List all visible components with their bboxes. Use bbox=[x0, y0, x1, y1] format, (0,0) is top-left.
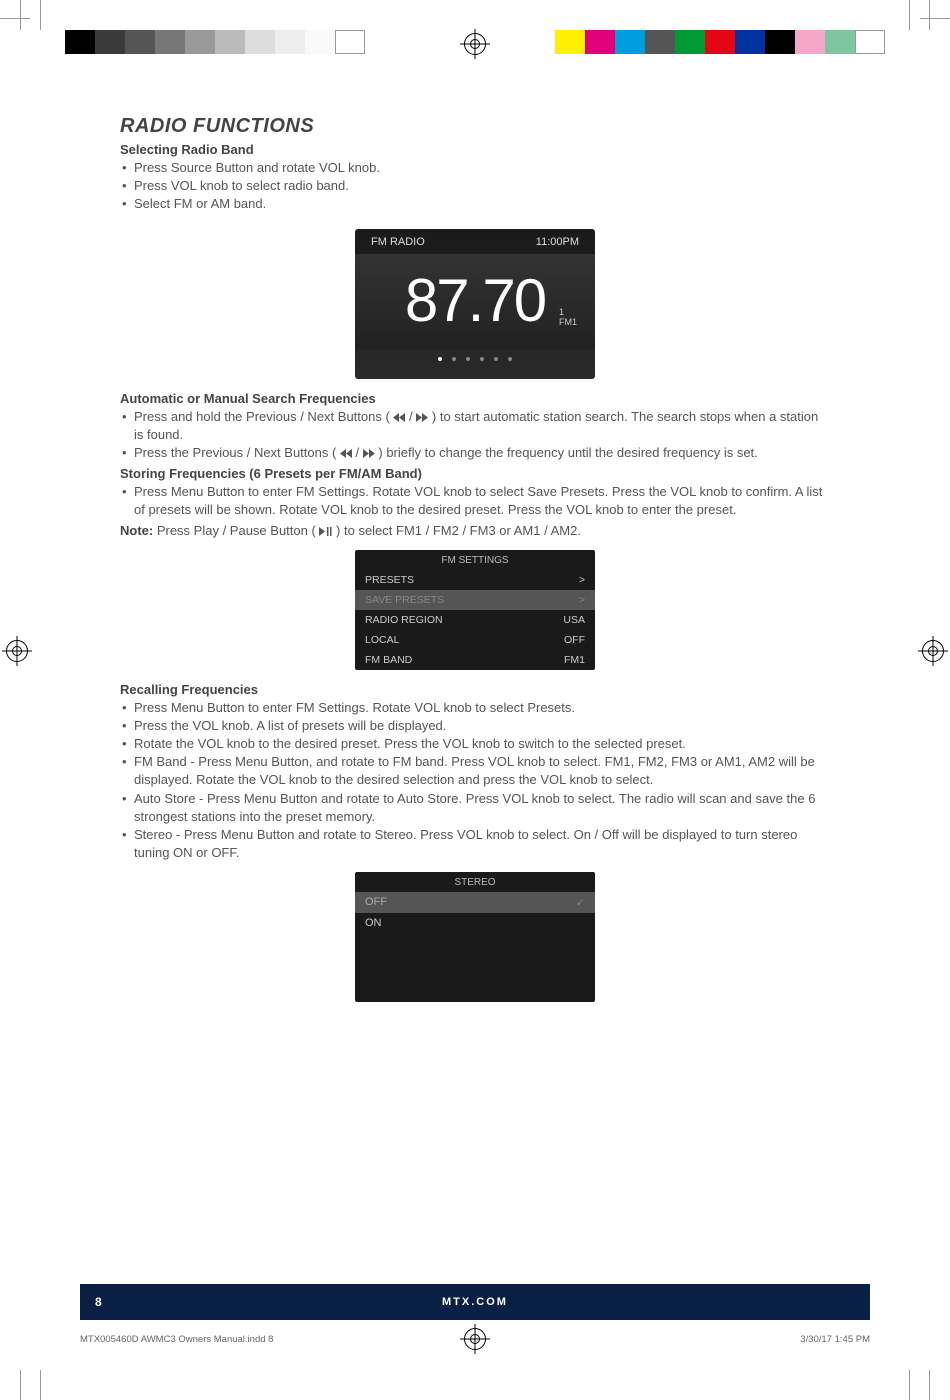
menu-row: ON bbox=[355, 913, 595, 933]
frequency-value: 87.70 bbox=[405, 271, 545, 331]
radio-display: FM RADIO 11:00PM 87.70 1FM1 bbox=[355, 229, 595, 379]
crop-mark bbox=[40, 0, 41, 30]
menu-row: RADIO REGIONUSA bbox=[355, 610, 595, 630]
list-item: FM Band - Press Menu Button, and rotate … bbox=[120, 753, 830, 789]
list-item: Press the VOL knob. A list of presets wi… bbox=[120, 717, 830, 735]
crop-mark bbox=[909, 0, 910, 30]
footer-site: MTX.COM bbox=[442, 1296, 508, 1308]
registration-mark-icon bbox=[464, 33, 486, 55]
crop-mark bbox=[909, 1370, 910, 1400]
display-time: 11:00PM bbox=[536, 236, 579, 248]
crop-mark bbox=[929, 0, 930, 30]
pagination-dots bbox=[355, 357, 595, 361]
page-title: RADIO FUNCTIONS bbox=[120, 115, 830, 138]
play-pause-icon bbox=[319, 527, 332, 536]
list-item: Select FM or AM band. bbox=[120, 195, 830, 213]
menu-row: SAVE PRESETS> bbox=[355, 590, 595, 610]
rewind-icon bbox=[340, 449, 352, 458]
crop-mark bbox=[920, 18, 950, 19]
band-label: 1FM1 bbox=[559, 307, 577, 327]
section-heading: Automatic or Manual Search Frequencies bbox=[120, 391, 830, 406]
section-heading: Storing Frequencies (6 Presets per FM/AM… bbox=[120, 466, 830, 481]
rewind-icon bbox=[393, 413, 405, 422]
list: Press and hold the Previous / Next Butto… bbox=[120, 408, 830, 463]
forward-icon bbox=[363, 449, 375, 458]
list-item: Press Source Button and rotate VOL knob. bbox=[120, 159, 830, 177]
crop-mark bbox=[20, 1370, 21, 1400]
color-bars-left bbox=[65, 30, 365, 54]
list-item: Press and hold the Previous / Next Butto… bbox=[120, 408, 830, 444]
footer-file: MTX005460D AWMC3 Owners Manual.indd 8 bbox=[80, 1334, 273, 1345]
list-item: Press the Previous / Next Buttons ( / ) … bbox=[120, 444, 830, 462]
note-text: Note: Press Play / Pause Button ( ) to s… bbox=[120, 522, 830, 540]
list-item: Press Menu Button to enter FM Settings. … bbox=[120, 699, 830, 717]
menu-title: STEREO bbox=[355, 872, 595, 892]
crop-mark bbox=[20, 0, 21, 30]
menu-title: FM SETTINGS bbox=[355, 550, 595, 570]
footer-bar: 8 MTX.COM bbox=[80, 1284, 870, 1320]
list-item: Stereo - Press Menu Button and rotate to… bbox=[120, 826, 830, 862]
list-item: Press Menu Button to enter FM Settings. … bbox=[120, 483, 830, 519]
menu-row: PRESETS> bbox=[355, 570, 595, 590]
fm-settings-menu: FM SETTINGS PRESETS>SAVE PRESETS>RADIO R… bbox=[355, 550, 595, 670]
list-item: Rotate the VOL knob to the desired prese… bbox=[120, 735, 830, 753]
list-item: Auto Store - Press Menu Button and rotat… bbox=[120, 790, 830, 826]
list: Press Source Button and rotate VOL knob.… bbox=[120, 159, 830, 214]
menu-row: LOCALOFF bbox=[355, 630, 595, 650]
footer-meta: MTX005460D AWMC3 Owners Manual.indd 8 3/… bbox=[80, 1334, 870, 1345]
registration-mark-icon bbox=[922, 640, 944, 662]
display-label: FM RADIO bbox=[371, 236, 425, 248]
registration-mark-icon bbox=[6, 640, 28, 662]
stereo-menu: STEREO OFF✓ON bbox=[355, 872, 595, 1002]
section-heading: Recalling Frequencies bbox=[120, 682, 830, 697]
crop-mark bbox=[929, 1370, 930, 1400]
footer-date: 3/30/17 1:45 PM bbox=[800, 1334, 870, 1345]
section-heading: Selecting Radio Band bbox=[120, 142, 830, 157]
menu-row: OFF✓ bbox=[355, 892, 595, 913]
page-number: 8 bbox=[95, 1295, 102, 1309]
color-bars-right bbox=[555, 30, 885, 54]
menu-row: FM BANDFM1 bbox=[355, 650, 595, 670]
list-item: Press VOL knob to select radio band. bbox=[120, 177, 830, 195]
crop-mark bbox=[0, 18, 30, 19]
list: Press Menu Button to enter FM Settings. … bbox=[120, 699, 830, 863]
forward-icon bbox=[416, 413, 428, 422]
crop-mark bbox=[40, 1370, 41, 1400]
list: Press Menu Button to enter FM Settings. … bbox=[120, 483, 830, 519]
